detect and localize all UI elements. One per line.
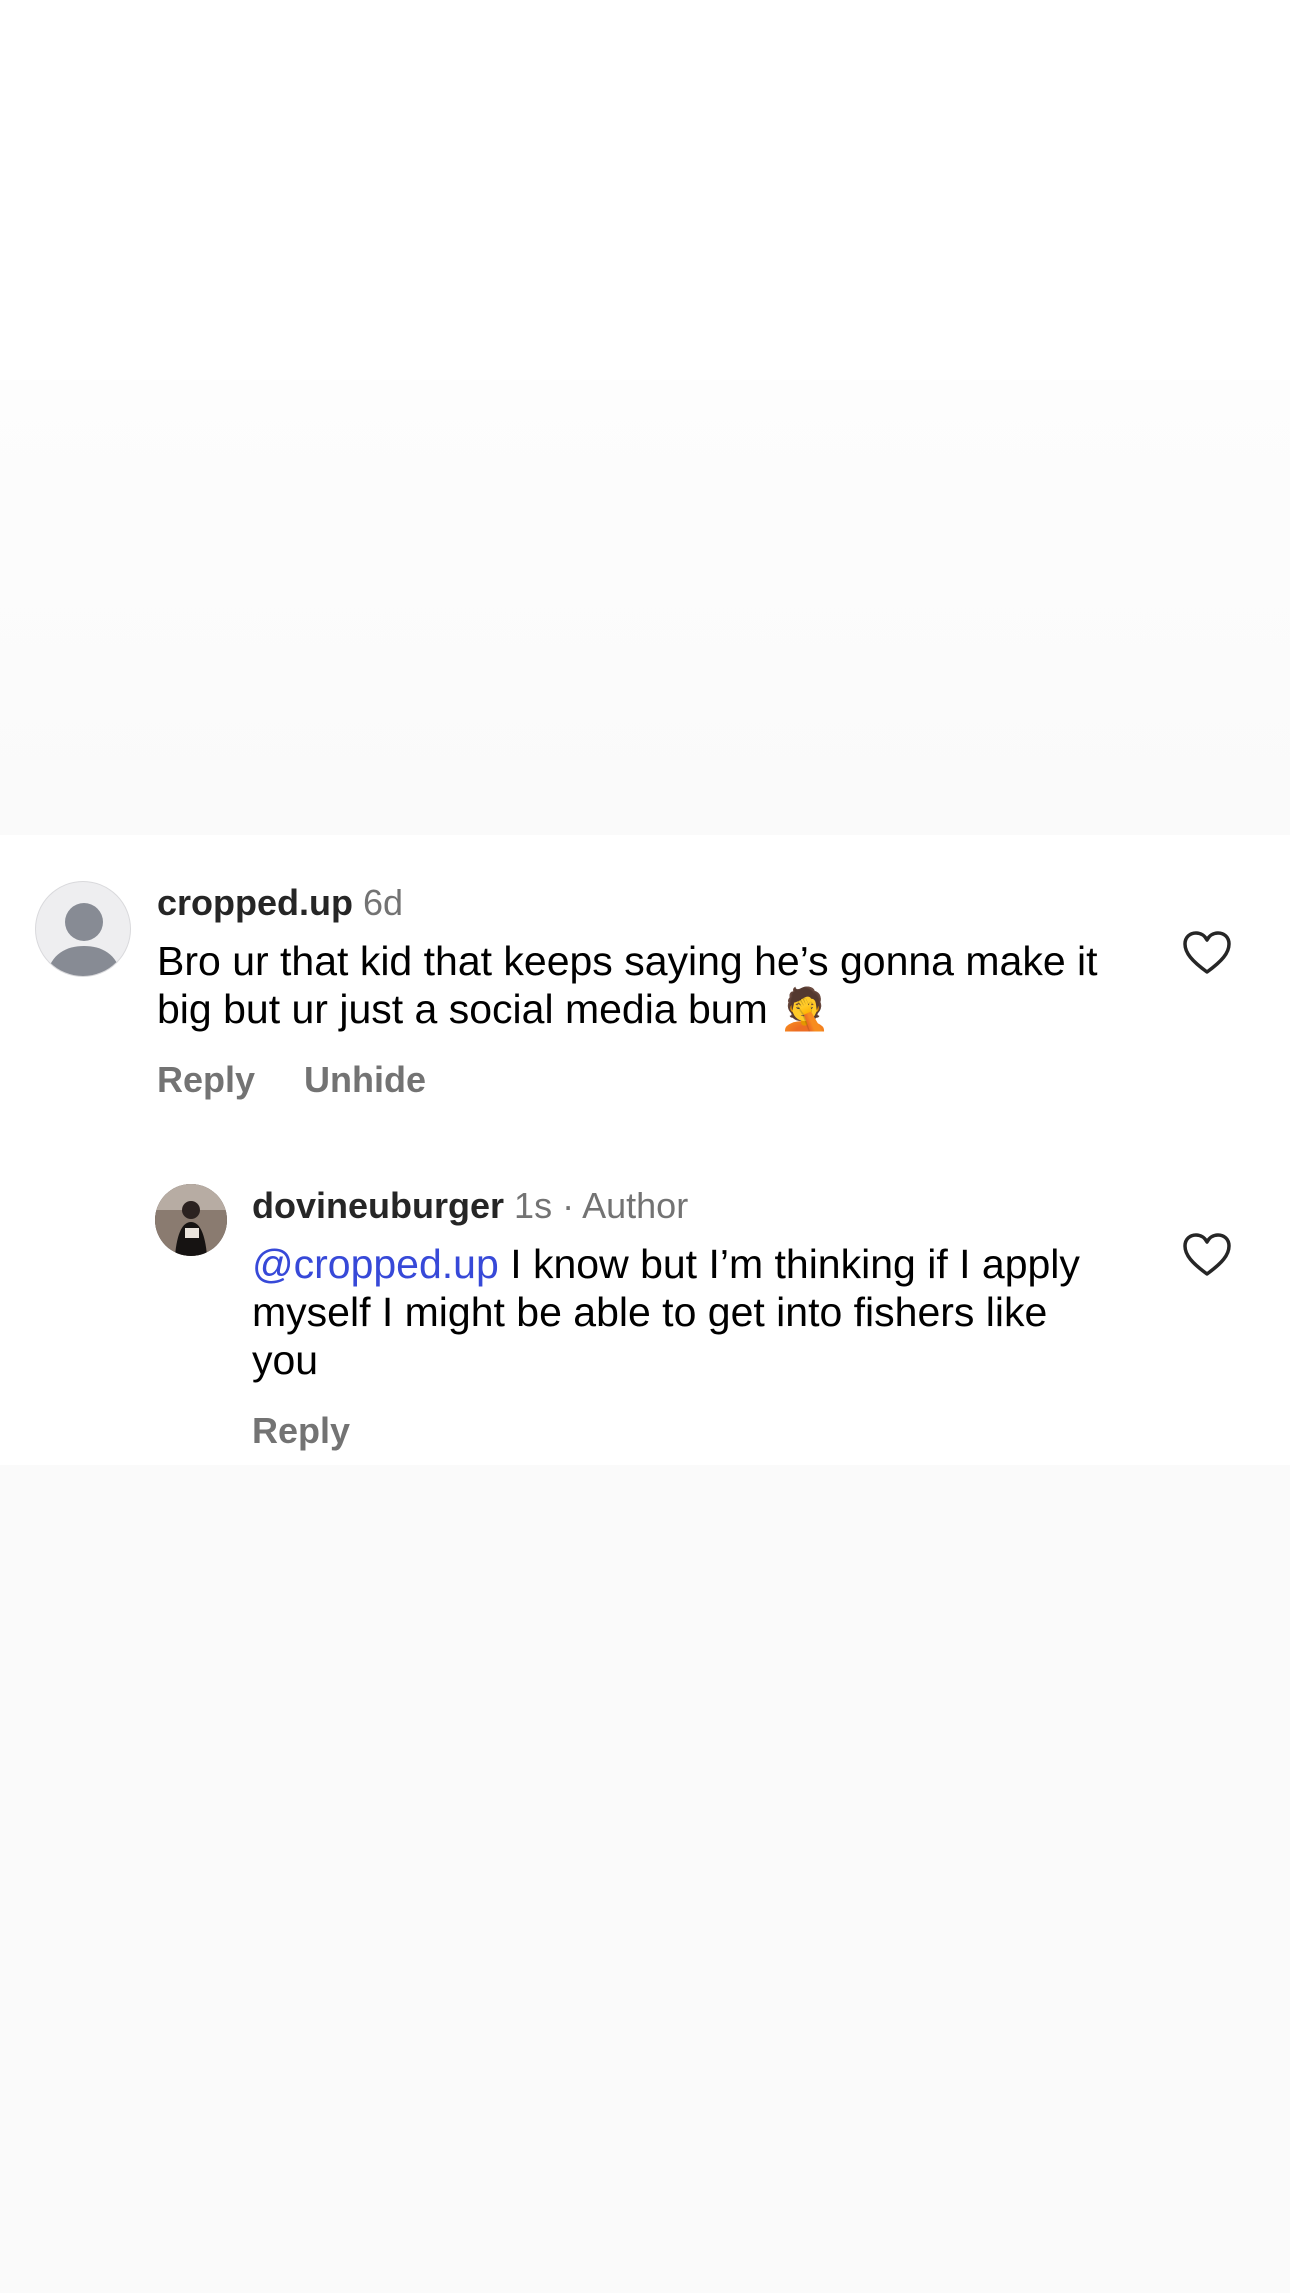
default-user-icon [46, 903, 122, 976]
author-tag: Author [582, 1185, 689, 1226]
heart-outline-icon[interactable] [1182, 1232, 1232, 1278]
username[interactable]: cropped.up [157, 882, 353, 923]
user-photo [155, 1184, 227, 1256]
reply-button[interactable]: Reply [157, 1059, 255, 1101]
avatar[interactable] [155, 1184, 227, 1256]
mention-link[interactable]: @cropped.up [252, 1241, 499, 1287]
reply-button[interactable]: Reply [252, 1410, 350, 1452]
avatar[interactable] [35, 881, 131, 977]
comment-text: Bro ur that kid that keeps saying he’s g… [157, 938, 1098, 1032]
comment-text: @cropped.up I know but I’m thinking if I… [252, 1240, 1092, 1384]
heart-outline-icon[interactable] [1182, 930, 1232, 976]
timestamp: 6d [363, 882, 404, 923]
unhide-button[interactable]: Unhide [304, 1059, 426, 1101]
username[interactable]: dovineuburger [252, 1185, 504, 1226]
background-middle [0, 380, 1290, 835]
timestamp: 1s [514, 1185, 553, 1226]
comment-meta: dovineuburger 1s · Author [252, 1185, 688, 1227]
meta-separator: · [562, 1185, 575, 1226]
comment-meta: cropped.up 6d [157, 882, 403, 924]
background-top [0, 0, 1290, 380]
